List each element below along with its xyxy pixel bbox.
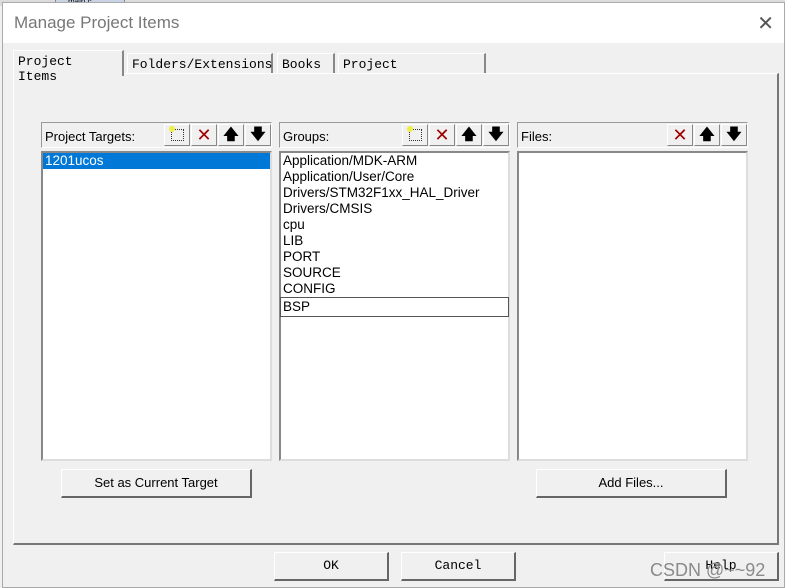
move-up-icon: 🡅 <box>699 126 715 143</box>
files-label: Files: <box>521 129 553 144</box>
delete-icon: ✕ <box>434 125 450 145</box>
list-item[interactable]: Application/User/Core <box>281 169 508 185</box>
move-target-up-button[interactable]: 🡅 <box>218 124 244 146</box>
move-group-down-button[interactable]: 🡇 <box>483 124 509 146</box>
close-icon[interactable]: ✕ <box>757 11 774 36</box>
new-group-button[interactable] <box>402 124 428 146</box>
move-group-up-button[interactable]: 🡅 <box>456 124 482 146</box>
list-item[interactable]: PORT <box>281 249 508 265</box>
tab-panel: Project Targets: ✕ 🡅 🡇 1201ucos Groups: … <box>13 73 779 545</box>
move-up-icon: 🡅 <box>461 126 477 143</box>
group-name-edit[interactable]: BSP <box>280 297 509 317</box>
move-down-icon: 🡇 <box>488 126 504 143</box>
tab-folders-extensions[interactable]: Folders/Extensions <box>127 53 273 75</box>
new-item-icon <box>168 126 184 141</box>
targets-header: Project Targets: ✕ 🡅 🡇 <box>41 122 272 148</box>
groups-label: Groups: <box>283 129 330 144</box>
delete-target-button[interactable]: ✕ <box>191 124 217 146</box>
list-item[interactable]: LIB <box>281 233 508 249</box>
delete-file-button[interactable]: ✕ <box>667 124 693 146</box>
watermark: CSDN @~~92 <box>650 560 766 580</box>
title-bar: Manage Project Items ✕ <box>3 3 784 43</box>
move-file-down-button[interactable]: 🡇 <box>721 124 747 146</box>
new-target-button[interactable] <box>164 124 190 146</box>
targets-label: Project Targets: <box>45 129 136 144</box>
manage-project-items-dialog: Manage Project Items ✕ Project Items Fol… <box>2 2 785 588</box>
delete-icon: ✕ <box>672 125 688 145</box>
groups-list[interactable]: Application/MDK-ARM Application/User/Cor… <box>279 151 510 461</box>
set-as-current-target-button[interactable]: Set as Current Target <box>61 469 252 498</box>
move-target-down-button[interactable]: 🡇 <box>245 124 271 146</box>
new-item-icon <box>406 126 422 141</box>
list-item[interactable]: cpu <box>281 217 508 233</box>
groups-header: Groups: ✕ 🡅 🡇 <box>279 122 510 148</box>
move-file-up-button[interactable]: 🡅 <box>694 124 720 146</box>
list-item[interactable]: Application/MDK-ARM <box>281 153 508 169</box>
list-item[interactable]: CONFIG <box>281 281 508 297</box>
files-list[interactable] <box>517 151 748 461</box>
targets-list[interactable]: 1201ucos <box>41 151 272 461</box>
ok-button[interactable]: OK <box>274 552 389 581</box>
add-files-button[interactable]: Add Files... <box>536 469 727 498</box>
delete-icon: ✕ <box>196 125 212 145</box>
move-up-icon: 🡅 <box>223 126 239 143</box>
tab-project-items[interactable]: Project Items <box>13 50 124 84</box>
list-item[interactable]: Drivers/STM32F1xx_HAL_Driver <box>281 185 508 201</box>
tab-project-info-layer[interactable]: Project Info/Layer <box>338 53 486 87</box>
move-down-icon: 🡇 <box>250 126 266 143</box>
list-item[interactable]: SOURCE <box>281 265 508 281</box>
list-item[interactable]: 1201ucos <box>43 153 270 169</box>
files-header: Files: ✕ 🡅 🡇 <box>517 122 748 148</box>
dialog-title: Manage Project Items <box>14 13 180 32</box>
move-down-icon: 🡇 <box>726 126 742 143</box>
delete-group-button[interactable]: ✕ <box>429 124 455 146</box>
tab-books[interactable]: Books <box>277 53 335 75</box>
list-item[interactable]: Drivers/CMSIS <box>281 201 508 217</box>
cancel-button[interactable]: Cancel <box>401 552 516 581</box>
